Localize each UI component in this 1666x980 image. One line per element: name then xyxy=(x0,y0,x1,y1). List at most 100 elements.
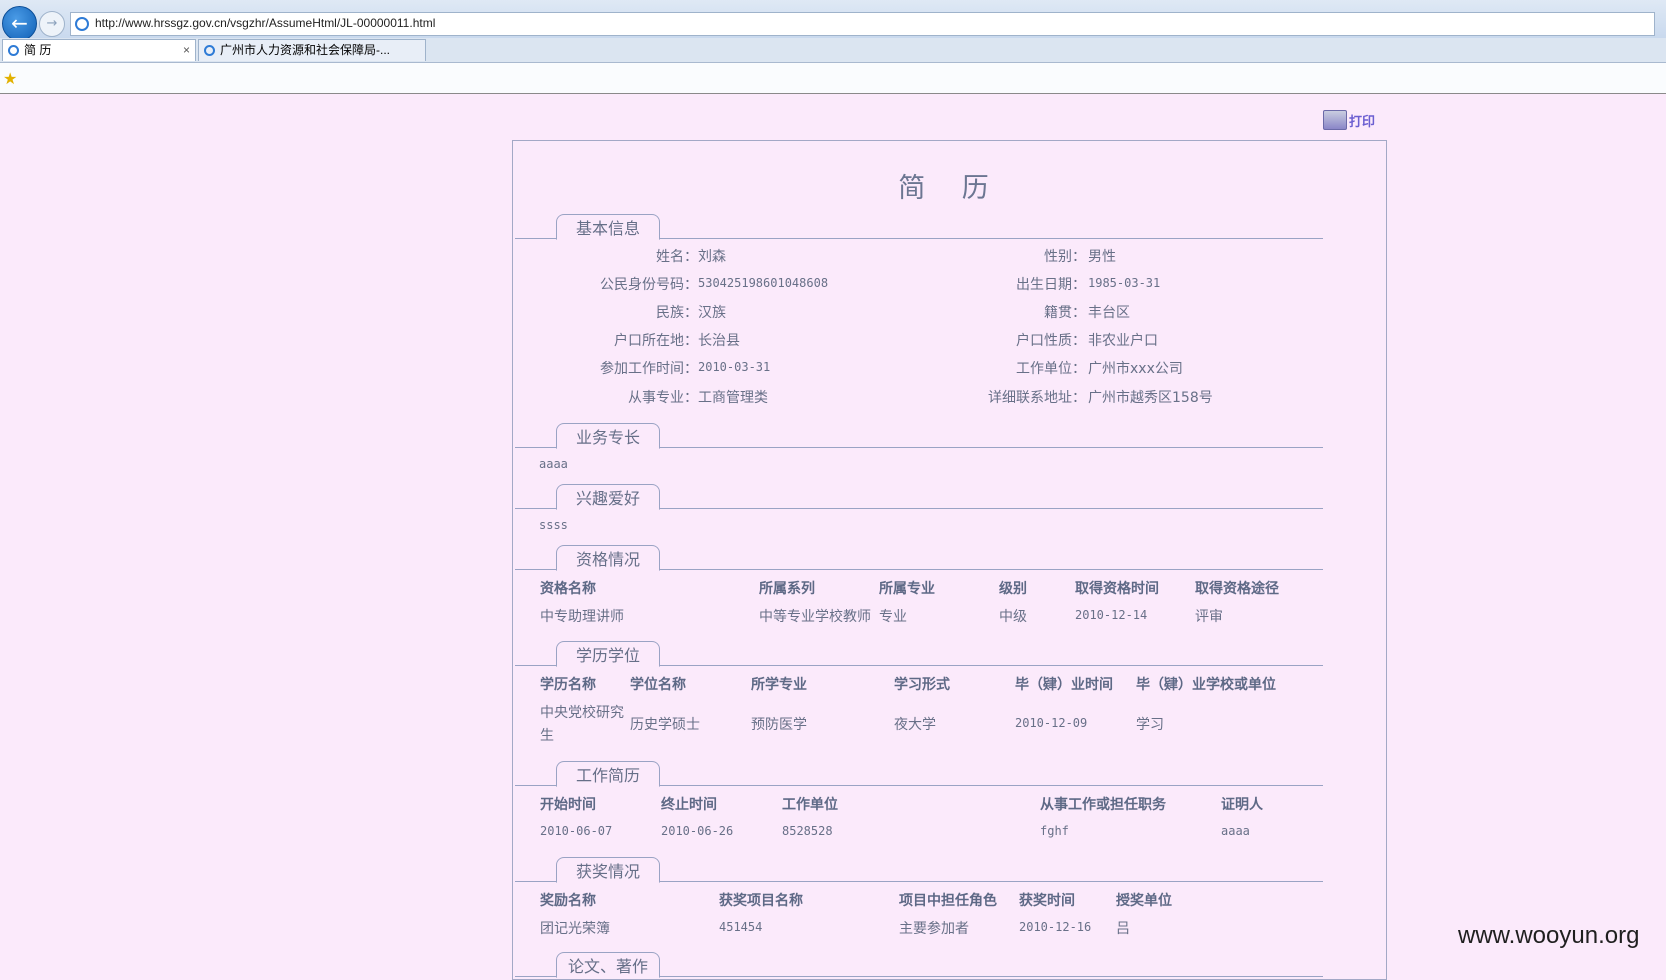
field-label: 民族： xyxy=(656,305,698,321)
table-header: 获奖项目名称 xyxy=(719,893,803,909)
resume-document: 简 历 基本信息 姓名： 刘森 性别： 男性 公民身份号码： 530425198… xyxy=(512,140,1387,980)
favorites-bar: ★ xyxy=(0,63,1666,94)
table-cell: 中级 xyxy=(999,609,1027,625)
favorites-star-icon[interactable]: ★ xyxy=(3,69,17,88)
ie-tab-icon xyxy=(204,45,215,56)
table-cell: 2010-12-16 xyxy=(1019,920,1092,934)
field-label: 从事专业： xyxy=(628,390,698,406)
table-header: 获奖时间 xyxy=(1019,893,1075,909)
tab-hrss[interactable]: 广州市人力资源和社会保障局-... xyxy=(198,39,426,61)
field-label: 出生日期： xyxy=(1016,277,1086,293)
print-button[interactable]: 打印 xyxy=(1323,110,1375,132)
field-value: 长治县 xyxy=(698,333,740,349)
section-hobby: 兴趣爱好 xyxy=(515,481,1323,510)
table-header: 取得资格时间 xyxy=(1075,581,1159,597)
field-label: 公民身份号码： xyxy=(600,277,698,293)
field-value: 丰台区 xyxy=(1088,305,1130,321)
tab-bar: 简 历 × 广州市人力资源和社会保障局-... xyxy=(0,38,1666,63)
table-header: 毕（肄）业学校或单位 xyxy=(1136,677,1276,693)
table-cell: 评审 xyxy=(1195,609,1223,625)
section-heading: 资格情况 xyxy=(556,545,660,571)
table-cell: 团记光荣簿 xyxy=(540,921,610,937)
table-header: 取得资格途径 xyxy=(1195,581,1279,597)
field-label: 工作单位： xyxy=(1016,361,1086,377)
ie-tab-icon xyxy=(8,45,19,56)
table-cell: 2010-06-26 xyxy=(661,824,734,838)
table-header: 所学专业 xyxy=(751,677,807,693)
section-heading: 业务专长 xyxy=(556,423,660,449)
tab-resume[interactable]: 简 历 × xyxy=(2,39,196,61)
table-cell: 中央党校研究 xyxy=(540,705,624,721)
table-header: 奖励名称 xyxy=(540,893,596,909)
table-header: 开始时间 xyxy=(540,797,596,813)
table-header: 学历名称 xyxy=(540,677,596,693)
table-cell: aaaa xyxy=(1221,824,1250,838)
table-header: 毕（肄）业时间 xyxy=(1015,677,1113,693)
table-cell: 2010-12-09 xyxy=(1015,716,1088,730)
field-label: 详细联系地址： xyxy=(988,390,1086,406)
table-cell: fghf xyxy=(1040,824,1069,838)
field-label: 籍贯： xyxy=(1044,305,1086,321)
table-cell: 2010-06-07 xyxy=(540,824,613,838)
table-header: 项目中担任角色 xyxy=(899,893,997,909)
table-header: 级别 xyxy=(999,581,1027,597)
browser-toolbar: ← → http://www.hrssgz.gov.cn/vsgzhr/Assu… xyxy=(0,0,1666,41)
back-button[interactable]: ← xyxy=(2,6,37,41)
table-header: 终止时间 xyxy=(661,797,717,813)
table-cell: 历史学硕士 xyxy=(630,717,700,733)
table-cell: 夜大学 xyxy=(894,717,936,733)
field-value: 非农业户口 xyxy=(1088,333,1158,349)
page-title: 简 历 xyxy=(898,173,1003,204)
table-cell: 2010-12-14 xyxy=(1075,608,1148,622)
hobby-text: ssss xyxy=(539,518,568,532)
field-value: 广州市越秀区158号 xyxy=(1088,390,1213,406)
ie-page-icon xyxy=(75,17,89,31)
forward-button[interactable]: → xyxy=(39,11,65,37)
field-value: 广州市xxx公司 xyxy=(1088,361,1183,377)
section-heading: 工作简历 xyxy=(556,761,660,787)
table-cell: 学习 xyxy=(1136,717,1164,733)
printer-icon xyxy=(1323,110,1347,130)
address-bar[interactable]: http://www.hrssgz.gov.cn/vsgzhr/AssumeHt… xyxy=(70,12,1655,36)
field-value: 工商管理类 xyxy=(698,390,768,406)
section-heading: 获奖情况 xyxy=(556,857,660,883)
table-header: 工作单位 xyxy=(782,797,838,813)
table-cell: 中专助理讲师 xyxy=(540,609,624,625)
table-cell: 预防医学 xyxy=(751,717,807,733)
field-value: 男性 xyxy=(1088,249,1116,265)
section-heading: 兴趣爱好 xyxy=(556,484,660,510)
section-heading: 学历学位 xyxy=(556,641,660,667)
table-cell: 8528528 xyxy=(782,824,833,838)
field-label: 性别： xyxy=(1044,249,1086,265)
address-url[interactable]: http://www.hrssgz.gov.cn/vsgzhr/AssumeHt… xyxy=(95,16,435,30)
tab-label: 简 历 xyxy=(24,43,52,57)
print-label: 打印 xyxy=(1349,115,1376,130)
field-label: 参加工作时间： xyxy=(600,361,698,377)
tab-label: 广州市人力资源和社会保障局-... xyxy=(220,43,390,57)
table-header: 授奖单位 xyxy=(1116,893,1172,909)
field-value: 汉族 xyxy=(698,305,726,321)
field-value: 1985-03-31 xyxy=(1088,276,1161,290)
section-heading: 论文、著作 xyxy=(556,952,660,978)
close-tab-icon[interactable]: × xyxy=(183,40,190,61)
table-cell: 专业 xyxy=(879,609,907,625)
section-specialty: 业务专长 xyxy=(515,420,1323,449)
field-value: 530425198601048608 xyxy=(698,276,829,290)
table-header: 所属系列 xyxy=(759,581,815,597)
specialty-text: aaaa xyxy=(539,457,568,471)
field-label: 户口所在地： xyxy=(614,333,698,349)
section-heading: 基本信息 xyxy=(556,214,660,240)
field-value: 2010-03-31 xyxy=(698,360,771,374)
section-work-history: 工作简历 xyxy=(515,758,1323,787)
field-label: 户口性质： xyxy=(1016,333,1086,349)
section-papers: 论文、著作 xyxy=(515,949,1323,978)
table-cell: 451454 xyxy=(719,920,763,934)
table-header: 学习形式 xyxy=(894,677,950,693)
table-header: 证明人 xyxy=(1221,797,1263,813)
section-education: 学历学位 xyxy=(515,638,1323,667)
field-value: 刘森 xyxy=(698,249,726,265)
table-header: 所属专业 xyxy=(879,581,935,597)
watermark: www.wooyun.org xyxy=(1458,922,1640,949)
table-cell: 生 xyxy=(540,728,554,744)
table-cell: 吕 xyxy=(1116,921,1130,937)
